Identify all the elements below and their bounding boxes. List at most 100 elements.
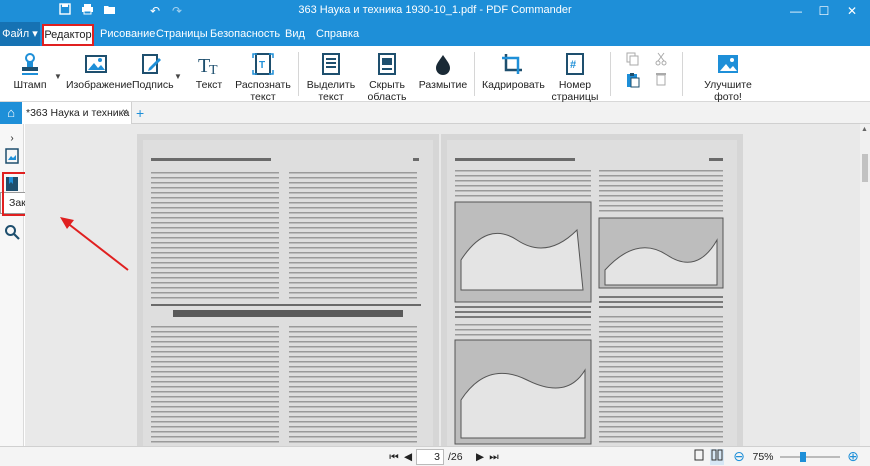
file-menu-label: Файл	[2, 28, 30, 40]
next-page-icon[interactable]: ▶	[474, 449, 486, 465]
crop-icon	[502, 54, 522, 74]
tab-security[interactable]: Безопасность	[210, 22, 280, 46]
home-icon: ⌂	[7, 105, 15, 120]
signature-dropdown-icon[interactable]: ▼	[174, 72, 182, 81]
svg-text:#: #	[570, 59, 576, 71]
crop-button[interactable]: Кадрировать	[482, 50, 545, 91]
add-tab-button[interactable]: +	[136, 102, 144, 124]
stamp-button[interactable]: Штамп	[8, 50, 52, 91]
select-text-icon	[322, 53, 340, 75]
zoom-out-icon[interactable]: ⊖	[732, 449, 746, 465]
svg-text:T: T	[209, 63, 218, 76]
total-pages: /26	[448, 451, 463, 463]
svg-text:T: T	[259, 60, 265, 71]
ocr-icon: T	[252, 53, 274, 75]
hide-area-button[interactable]: Скрыть область	[362, 50, 412, 103]
photo-enhance-icon	[718, 55, 738, 73]
minimize-icon[interactable]: —	[782, 2, 810, 20]
tab-view[interactable]: Вид	[280, 22, 310, 46]
recognize-label-1: Распознать	[235, 79, 291, 91]
paste-icon	[627, 73, 640, 88]
page-number-input[interactable]: 3	[416, 449, 444, 465]
scrollbar-thumb[interactable]	[862, 154, 868, 182]
page-number-icon: #	[566, 53, 584, 75]
text-button[interactable]: TT Текст	[188, 50, 230, 91]
zoom-level: 75%	[752, 451, 774, 463]
status-bar: ⏮ ◀ 3 /26 ▶ ⏭ ⊖ 75% ⊕	[0, 446, 870, 466]
window-title: 363 Наука и техника 1930-10_1.pdf - PDF …	[298, 4, 572, 16]
enhance-label: Улучшите фото!	[704, 79, 752, 103]
scissors-icon	[655, 52, 667, 66]
pdf-page-right	[441, 134, 743, 446]
image-label: Изображение	[66, 79, 133, 91]
tab-pages[interactable]: Страницы	[156, 22, 208, 46]
stamp-label: Штамп	[13, 79, 47, 91]
prev-page-icon[interactable]: ◀	[402, 449, 414, 465]
first-page-icon[interactable]: ⏮	[388, 449, 400, 465]
thumbnails-button[interactable]	[4, 148, 20, 166]
signature-button[interactable]: Подпись	[132, 50, 174, 91]
drop-icon	[436, 55, 450, 75]
signature-icon	[142, 54, 161, 74]
delete-button[interactable]	[650, 72, 672, 89]
ribbon-divider	[610, 52, 611, 96]
trash-icon	[656, 73, 666, 86]
text-tool-icon: TT	[198, 55, 218, 76]
crop-label: Кадрировать	[482, 79, 545, 91]
search-icon	[5, 225, 20, 240]
copy-button[interactable]	[622, 52, 644, 69]
pagenum-label-1: Номер	[558, 79, 592, 91]
file-menu-button[interactable]: Файл ▾	[0, 22, 40, 46]
page-scan-texture	[447, 140, 737, 446]
menu-bar: Файл ▾ Редактор Рисование Страницы Безоп…	[0, 22, 870, 46]
scanned-page-content	[143, 140, 433, 446]
scroll-up-icon[interactable]: ▲	[861, 126, 868, 133]
cut-button[interactable]	[650, 52, 672, 69]
thumbnails-icon	[5, 148, 19, 164]
text-label: Текст	[195, 79, 223, 91]
recognize-text-button[interactable]: T Распознать текст	[234, 50, 292, 103]
document-viewer[interactable]	[25, 124, 860, 446]
tab-close-icon[interactable]: ×	[122, 102, 128, 124]
paste-button[interactable]	[622, 72, 644, 91]
select-text-button[interactable]: Выделить текст	[304, 50, 358, 103]
window-controls: — ☐ ✕	[782, 2, 866, 20]
page-scan-texture	[143, 140, 433, 446]
document-tab[interactable]: *363 Наука и техника 19...	[22, 102, 132, 124]
blur-button[interactable]: Размытие	[418, 50, 468, 91]
zoom-in-icon[interactable]: ⊕	[846, 449, 860, 465]
image-icon	[85, 55, 107, 73]
single-page-view-icon[interactable]	[692, 449, 706, 465]
home-button[interactable]: ⌂	[0, 102, 22, 124]
image-button[interactable]: Изображение	[66, 50, 132, 91]
expand-sidebar-icon[interactable]: ›	[4, 130, 20, 148]
page-number-button[interactable]: # Номер страницы	[548, 50, 602, 103]
zoom-slider-track[interactable]	[780, 456, 840, 458]
select-label-1: Выделить	[306, 79, 356, 91]
ribbon-divider	[298, 52, 299, 96]
last-page-icon[interactable]: ⏭	[488, 449, 500, 465]
document-tab-bar: ⌂ *363 Наука и техника 19... × +	[0, 102, 870, 124]
hide-label-1: Скрыть	[369, 79, 405, 91]
tab-help[interactable]: Справка	[316, 22, 359, 46]
search-button[interactable]	[4, 224, 20, 242]
stamp-icon	[22, 53, 38, 75]
hide-area-icon	[378, 53, 396, 75]
tab-drawing[interactable]: Рисование	[100, 22, 155, 46]
enhance-photo-button[interactable]: Улучшите фото!	[692, 50, 764, 103]
stamp-dropdown-icon[interactable]: ▼	[54, 72, 62, 81]
signature-label: Подпись	[132, 79, 174, 91]
title-bar: ↶ ↷ 363 Наука и техника 1930-10_1.pdf - …	[0, 0, 870, 22]
zoom-slider-thumb[interactable]	[800, 452, 806, 462]
caret-down-icon: ▾	[32, 28, 38, 40]
ribbon-divider	[682, 52, 683, 96]
tab-editor[interactable]: Редактор	[42, 24, 94, 46]
two-page-view-icon[interactable]	[710, 449, 724, 465]
blur-label: Размытие	[418, 79, 468, 91]
close-icon[interactable]: ✕	[838, 2, 866, 20]
maximize-icon[interactable]: ☐	[810, 2, 838, 20]
pdf-page-left	[137, 134, 439, 446]
copy-icon	[626, 52, 639, 66]
vertical-scrollbar[interactable]: ▲	[860, 124, 870, 446]
ribbon-toolbar: Штамп ▼ Изображение Подпись ▼ TT Текст T…	[0, 46, 870, 103]
